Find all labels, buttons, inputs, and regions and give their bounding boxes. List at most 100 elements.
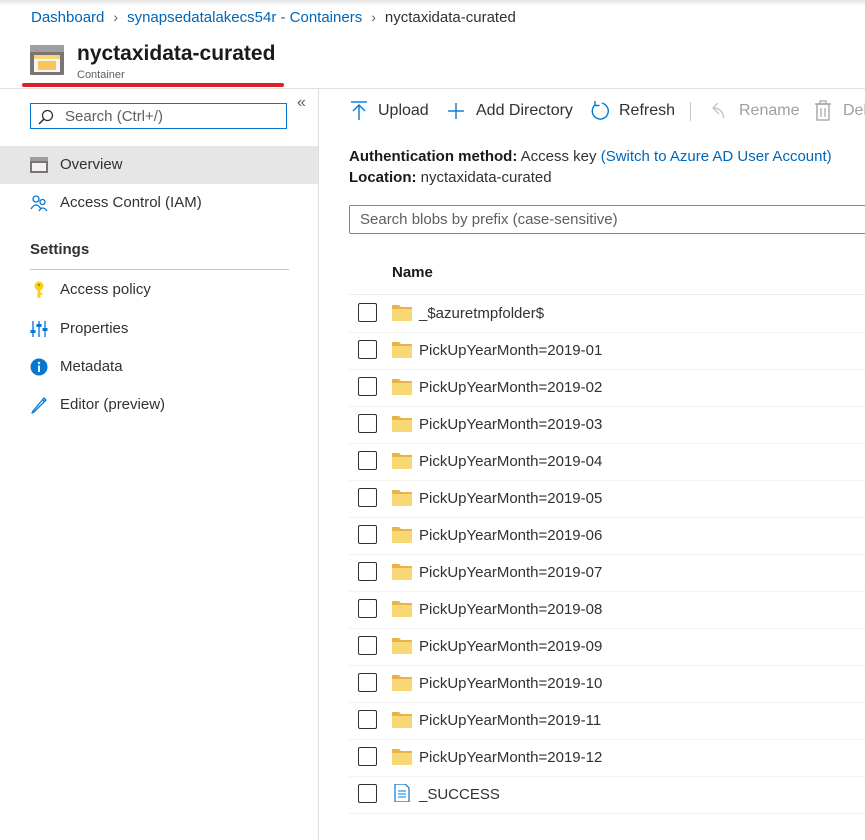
folder-icon (392, 601, 412, 617)
plus-icon (448, 103, 464, 119)
refresh-button[interactable]: Refresh (590, 98, 675, 126)
location-label: Location: (349, 169, 417, 186)
folder-icon (392, 675, 412, 691)
sidebar-item-overview[interactable]: Overview (0, 146, 318, 184)
folder-icon (392, 527, 412, 543)
folder-icon (392, 564, 412, 580)
sidebar-item-label: Access Control (IAM) (60, 194, 202, 211)
row-name[interactable]: _SUCCESS (419, 786, 500, 803)
sliders-icon (30, 321, 48, 337)
row-checkbox[interactable] (358, 784, 377, 803)
rename-label: Rename (739, 102, 800, 119)
row-name[interactable]: PickUpYearMonth=2019-05 (419, 490, 602, 507)
folder-icon (392, 416, 412, 432)
folder-icon (392, 490, 412, 506)
upload-icon (351, 101, 367, 120)
breadcrumb-dashboard-link[interactable]: Dashboard (31, 9, 104, 26)
row-name[interactable]: PickUpYearMonth=2019-08 (419, 601, 602, 618)
row-checkbox[interactable] (358, 488, 377, 507)
file-icon (394, 784, 410, 802)
auth-method-line: Authentication method: Access key (Switc… (349, 148, 832, 165)
row-name[interactable]: PickUpYearMonth=2019-06 (419, 527, 602, 544)
sidebar-search-input[interactable] (65, 106, 280, 126)
table-row[interactable]: _SUCCESS (349, 776, 865, 814)
row-name[interactable]: PickUpYearMonth=2019-01 (419, 342, 602, 359)
page-subtitle: Container (77, 69, 125, 81)
add-directory-label: Add Directory (476, 102, 573, 119)
highlight-underline (22, 83, 284, 87)
table-row[interactable]: PickUpYearMonth=2019-09 (349, 628, 865, 666)
row-name[interactable]: PickUpYearMonth=2019-02 (419, 379, 602, 396)
row-checkbox[interactable] (358, 710, 377, 729)
row-name[interactable]: _$azuretmpfolder$ (419, 305, 544, 322)
row-checkbox[interactable] (358, 747, 377, 766)
add-directory-button[interactable]: Add Directory (446, 98, 573, 126)
sidebar-item-properties[interactable]: Properties (0, 310, 318, 348)
table-row[interactable]: PickUpYearMonth=2019-05 (349, 480, 865, 518)
collapse-sidebar-button[interactable]: « (297, 94, 306, 112)
folder-icon (392, 453, 412, 469)
row-checkbox[interactable] (358, 414, 377, 433)
folder-icon (392, 712, 412, 728)
sidebar-item-metadata[interactable]: Metadata (0, 348, 318, 386)
column-header-name[interactable]: Name (392, 264, 433, 281)
row-name[interactable]: PickUpYearMonth=2019-10 (419, 675, 602, 692)
upload-button[interactable]: Upload (349, 98, 431, 126)
switch-auth-link[interactable]: (Switch to Azure AD User Account) (601, 148, 832, 165)
key-icon (34, 281, 44, 298)
sidebar-item-label: Editor (preview) (60, 396, 166, 413)
sidebar-item-label: Overview (60, 156, 123, 173)
folder-icon (392, 305, 412, 321)
table-row[interactable]: _$azuretmpfolder$ (349, 295, 865, 333)
table-row[interactable]: PickUpYearMonth=2019-10 (349, 665, 865, 703)
row-name[interactable]: PickUpYearMonth=2019-12 (419, 749, 602, 766)
auth-method-value: Access key (520, 148, 597, 165)
delete-button[interactable]: Del (814, 98, 865, 126)
sidebar-item-access-control[interactable]: Access Control (IAM) (0, 184, 318, 222)
row-checkbox[interactable] (358, 599, 377, 618)
blob-search-box (349, 205, 865, 234)
table-row[interactable]: PickUpYearMonth=2019-11 (349, 702, 865, 740)
rename-button[interactable]: Rename (710, 98, 800, 126)
row-name[interactable]: PickUpYearMonth=2019-04 (419, 453, 602, 470)
table-row[interactable]: PickUpYearMonth=2019-06 (349, 517, 865, 555)
table-row[interactable]: PickUpYearMonth=2019-12 (349, 739, 865, 777)
pencil-icon (31, 397, 47, 414)
chevron-right-icon: › (113, 9, 119, 25)
info-icon (30, 358, 48, 376)
search-icon (38, 109, 54, 125)
breadcrumb-current: nyctaxidata-curated (384, 9, 516, 26)
sidebar-item-editor[interactable]: Editor (preview) (0, 386, 318, 424)
blob-search-input[interactable] (360, 209, 860, 230)
table-row[interactable]: PickUpYearMonth=2019-03 (349, 406, 865, 444)
table-row[interactable]: PickUpYearMonth=2019-02 (349, 369, 865, 407)
row-name[interactable]: PickUpYearMonth=2019-03 (419, 416, 602, 433)
row-checkbox[interactable] (358, 377, 377, 396)
trash-icon (815, 100, 831, 121)
row-checkbox[interactable] (358, 451, 377, 470)
row-checkbox[interactable] (358, 673, 377, 692)
sidebar-item-access-policy[interactable]: Access policy (0, 271, 318, 309)
row-checkbox[interactable] (358, 562, 377, 581)
row-name[interactable]: PickUpYearMonth=2019-07 (419, 564, 602, 581)
table-row[interactable]: PickUpYearMonth=2019-07 (349, 554, 865, 592)
row-checkbox[interactable] (358, 340, 377, 359)
table-row[interactable]: PickUpYearMonth=2019-04 (349, 443, 865, 481)
table-row[interactable]: PickUpYearMonth=2019-01 (349, 332, 865, 370)
row-checkbox[interactable] (358, 303, 377, 322)
sidebar-item-label: Metadata (60, 358, 123, 375)
chevron-right-icon: › (371, 9, 376, 25)
location-value: nyctaxidata-curated (420, 169, 552, 186)
sidebar-item-label: Properties (60, 320, 129, 337)
header-divider (0, 88, 865, 89)
overview-icon (30, 157, 48, 173)
toolbar-separator (690, 102, 691, 121)
row-checkbox[interactable] (358, 636, 377, 655)
row-name[interactable]: PickUpYearMonth=2019-11 (419, 712, 601, 729)
row-checkbox[interactable] (358, 525, 377, 544)
upload-label: Upload (378, 102, 429, 119)
row-name[interactable]: PickUpYearMonth=2019-09 (419, 638, 602, 655)
delete-label: Del (843, 102, 865, 119)
breadcrumb-containers-link[interactable]: synapsedatalakecs54r - Containers (127, 9, 362, 26)
table-row[interactable]: PickUpYearMonth=2019-08 (349, 591, 865, 629)
